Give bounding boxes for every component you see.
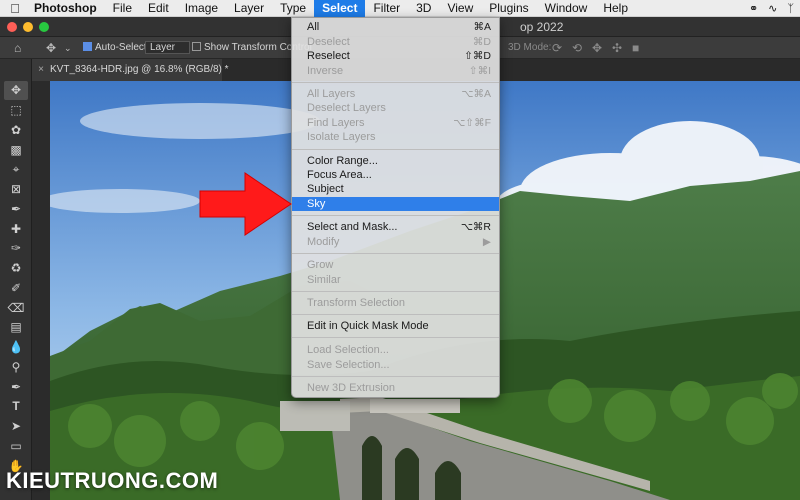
- menu-item-similar: Similar: [307, 274, 341, 286]
- menu-item-grow: Grow: [307, 259, 334, 271]
- path-select-tool-icon[interactable]: ➤: [4, 417, 28, 436]
- menu-separator: [292, 314, 499, 315]
- watermark: KIEUTRUONG.COM: [6, 468, 219, 493]
- slide-3d-icon[interactable]: ✣: [612, 41, 622, 55]
- tools-panel: ✥ ⬚ ✿ ▩ ⌖ ⊠ ✒ ✚ ✑ ♻ ✐ ⌫ ▤ 💧 ⚲ ✒ T ➤ ▭ ✋: [0, 59, 32, 500]
- menu-view[interactable]: View: [439, 0, 481, 17]
- zoom-window-button[interactable]: [39, 22, 49, 32]
- menu-separator: [292, 253, 499, 254]
- menu-filter[interactable]: Filter: [365, 0, 408, 17]
- menu-item-focus-area[interactable]: Focus Area...: [292, 168, 499, 182]
- submenu-arrow-icon: ▶: [482, 236, 491, 248]
- clone-stamp-tool-icon[interactable]: ♻: [4, 259, 28, 278]
- close-tab-icon[interactable]: ×: [32, 59, 50, 81]
- menu-item-color-range[interactable]: Color Range...: [292, 154, 499, 168]
- menu-item-find-layers: Find Layers ⌥⇧⌘F: [307, 117, 491, 129]
- red-arrow-icon: [199, 172, 292, 236]
- window-title: op 2022: [520, 20, 564, 34]
- eraser-tool-icon[interactable]: ⌫: [4, 299, 28, 318]
- menu-item-quick-mask[interactable]: Edit in Quick Mask Mode: [292, 319, 499, 333]
- auto-select-label: Auto-Select:: [95, 42, 150, 53]
- history-brush-tool-icon[interactable]: ✐: [4, 279, 28, 298]
- menu-item-subject[interactable]: Subject: [292, 182, 499, 196]
- menu-item-deselect-layers: Deselect Layers: [307, 102, 386, 114]
- checkbox-checked-icon: [83, 42, 92, 51]
- menu-file[interactable]: File: [105, 0, 140, 17]
- layer-select-dropdown[interactable]: Layer: [145, 41, 191, 55]
- menu-item-load-selection: Load Selection...: [307, 344, 389, 356]
- menu-edit[interactable]: Edit: [140, 0, 177, 17]
- creative-cloud-icon[interactable]: ⚭: [749, 2, 758, 15]
- menu-separator: [292, 337, 499, 338]
- wifi-icon[interactable]: ∿: [768, 2, 777, 15]
- close-window-button[interactable]: [7, 22, 17, 32]
- pen-tool-icon[interactable]: ✒: [4, 378, 28, 397]
- home-icon[interactable]: ⌂: [14, 41, 21, 55]
- brush-tool-icon[interactable]: ✑: [4, 239, 28, 258]
- chevron-down-icon[interactable]: ⌄: [64, 41, 72, 55]
- menu-app-name[interactable]: Photoshop: [30, 0, 105, 17]
- menu-separator: [292, 291, 499, 292]
- mode-3d-label: 3D Mode:: [508, 42, 552, 53]
- scale-3d-icon[interactable]: ■: [632, 41, 639, 55]
- menu-item-reselect[interactable]: Reselect ⇧⌘D: [292, 49, 499, 63]
- menu-item-select-and-mask[interactable]: Select and Mask... ⌥⌘R: [292, 220, 499, 234]
- move-tool-icon[interactable]: ✥: [4, 81, 28, 100]
- roll-3d-icon[interactable]: ⟲: [572, 41, 582, 55]
- document-tab[interactable]: × KVT_8364-HDR.jpg @ 16.8% (RGB/8) *: [32, 59, 229, 81]
- status-icons: ⚭ ∿ ᛉ: [749, 0, 794, 17]
- eyedropper-tool-icon[interactable]: ✒: [4, 200, 28, 219]
- menu-separator: [292, 215, 499, 216]
- minimize-window-button[interactable]: [23, 22, 33, 32]
- menu-image[interactable]: Image: [177, 0, 226, 17]
- menu-separator: [292, 82, 499, 83]
- menu-item-save-selection: Save Selection...: [307, 359, 390, 371]
- menu-item-isolate-layers: Isolate Layers: [307, 131, 376, 143]
- mac-menu-bar:  Photoshop File Edit Image Layer Type S…: [0, 0, 800, 17]
- menu-type[interactable]: Type: [272, 0, 314, 17]
- window-controls: [7, 22, 49, 32]
- rectangle-tool-icon[interactable]: ▭: [4, 437, 28, 456]
- menu-item-all-layers: All Layers ⌥⌘A: [307, 88, 491, 100]
- menu-plugins[interactable]: Plugins: [481, 0, 536, 17]
- apple-icon[interactable]: : [0, 1, 30, 16]
- layer-select-value: Layer: [150, 42, 176, 53]
- checkbox-unchecked-icon: [192, 42, 201, 51]
- menu-item-new-3d-extrusion: New 3D Extrusion: [307, 382, 396, 394]
- menu-item-sky[interactable]: Sky: [292, 197, 499, 211]
- object-select-tool-icon[interactable]: ▩: [4, 141, 28, 160]
- select-menu-dropdown: All ⌘A Deselect ⌘D Reselect ⇧⌘D Inverse ⇧⌘I …: [291, 17, 500, 398]
- menu-help[interactable]: Help: [595, 0, 636, 17]
- menu-select[interactable]: Select: [314, 0, 366, 17]
- menu-separator: [292, 149, 499, 150]
- menu-item-deselect: Deselect ⌘D: [307, 36, 491, 48]
- type-tool-icon[interactable]: T: [4, 397, 28, 416]
- gradient-tool-icon[interactable]: ▤: [4, 318, 28, 337]
- menu-item-modify: Modify ▶: [307, 236, 491, 248]
- lasso-tool-icon[interactable]: ✿: [4, 121, 28, 140]
- menu-3d[interactable]: 3D: [408, 0, 439, 17]
- menu-item-inverse: Inverse ⇧⌘I: [307, 65, 491, 77]
- menu-item-transform-selection: Transform Selection: [307, 297, 406, 309]
- auto-select-checkbox[interactable]: Auto-Select:: [83, 41, 149, 55]
- move-tool-preset-icon[interactable]: ✥: [46, 41, 56, 55]
- menu-window[interactable]: Window: [537, 0, 596, 17]
- document-tab-label: KVT_8364-HDR.jpg @ 16.8% (RGB/8) *: [50, 64, 229, 75]
- marquee-tool-icon[interactable]: ⬚: [4, 101, 28, 120]
- drag-3d-icon[interactable]: ✥: [592, 41, 602, 55]
- orbit-3d-icon[interactable]: ⟳: [552, 41, 562, 55]
- menu-layer[interactable]: Layer: [226, 0, 272, 17]
- dodge-tool-icon[interactable]: ⚲: [4, 358, 28, 377]
- blur-tool-icon[interactable]: 💧: [4, 338, 28, 357]
- crop-tool-icon[interactable]: ⌖: [4, 160, 28, 179]
- menu-separator: [292, 376, 499, 377]
- bluetooth-icon[interactable]: ᛉ: [787, 3, 794, 15]
- frame-tool-icon[interactable]: ⊠: [4, 180, 28, 199]
- healing-brush-tool-icon[interactable]: ✚: [4, 220, 28, 239]
- menu-item-all[interactable]: All ⌘A: [292, 20, 499, 34]
